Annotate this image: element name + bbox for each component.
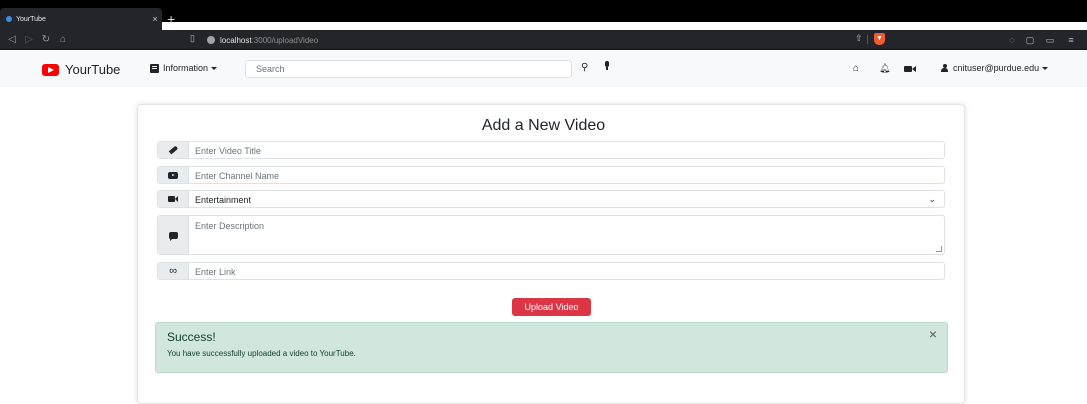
link-input[interactable]: Enter Link <box>189 263 944 279</box>
url-field[interactable]: localhost :3000/uploadVideo <box>207 33 847 47</box>
comment-icon <box>158 216 189 254</box>
video-title-input[interactable]: Enter Video Title <box>189 142 944 158</box>
url-path: :3000/uploadVideo <box>251 35 319 45</box>
video-icon <box>158 191 189 207</box>
tab-favicon-icon <box>6 16 12 22</box>
browser-tab[interactable]: YourTube × <box>0 8 162 30</box>
site-info-icon[interactable] <box>207 36 215 44</box>
chevron-down-icon[interactable]: ⌄ <box>928 194 936 205</box>
success-alert: Success! You have successfully uploaded … <box>155 322 948 373</box>
new-tab-icon[interactable]: + <box>167 8 175 30</box>
information-label: Information <box>163 63 209 73</box>
browser-top-strip <box>0 0 1087 22</box>
back-icon[interactable]: ◁ <box>6 33 18 47</box>
forward-icon[interactable]: ▷ <box>23 33 35 47</box>
user-icon <box>941 64 948 72</box>
resize-handle[interactable] <box>936 246 942 252</box>
list-icon <box>150 63 159 73</box>
description-field[interactable]: Enter Description <box>157 215 945 255</box>
menu-icon[interactable]: ≡ <box>1064 33 1078 47</box>
search-input[interactable]: Search <box>245 60 572 78</box>
page-title: Add a New Video <box>481 117 606 134</box>
reload-icon[interactable]: ↻ <box>40 33 52 47</box>
user-dropdown[interactable]: cnituser@purdue.edu <box>941 63 1049 73</box>
microphone-icon[interactable] <box>604 61 610 71</box>
brand-link[interactable]: YourTube <box>42 62 120 77</box>
caret-down-icon <box>1042 66 1049 70</box>
home-browser-icon[interactable]: ⌂ <box>57 33 69 47</box>
brand-name: YourTube <box>65 62 121 77</box>
toolbar-divider <box>867 35 868 44</box>
category-selected[interactable]: Entertainment <box>189 191 944 207</box>
upload-video-button[interactable]: Upload Video <box>512 298 591 316</box>
close-icon[interactable]: × <box>929 326 937 342</box>
link-icon: ∞ <box>158 263 189 279</box>
home-icon[interactable]: ⌂ <box>853 64 859 74</box>
channel-name-field[interactable]: Enter Channel Name <box>157 166 945 184</box>
youtube-icon <box>158 167 189 183</box>
tab-title: YourTube <box>16 15 46 23</box>
youtube-logo-icon <box>42 63 59 76</box>
description-textarea[interactable]: Enter Description <box>189 216 944 254</box>
app-navbar: YourTube Information Search ⚲ ⌂ 🔔︎ cnitu… <box>0 51 1087 87</box>
caret-down-icon <box>211 66 218 70</box>
brave-shields-icon[interactable]: ▼ <box>874 33 885 45</box>
sidebar-icon[interactable]: ▢ <box>1023 33 1037 47</box>
bell-icon[interactable]: 🔔︎ <box>879 63 890 74</box>
alert-message: You have successfully uploaded a video t… <box>167 349 356 358</box>
share-icon[interactable]: ⇧ <box>855 33 863 44</box>
link-field[interactable]: ∞ Enter Link <box>157 262 945 280</box>
tab-close-icon[interactable]: × <box>148 14 162 24</box>
information-dropdown[interactable]: Information <box>150 63 218 73</box>
pen-icon <box>158 142 189 158</box>
wallet-icon[interactable]: ▭ <box>1043 33 1057 47</box>
alert-heading: Success! <box>167 330 216 344</box>
extensions-icon[interactable]: ◌ <box>1005 33 1019 47</box>
address-bar: ◁ ▷ ↻ ⌂ ▯ localhost :3000/uploadVideo ⇧ … <box>0 30 1087 50</box>
search-icon[interactable]: ⚲ <box>581 62 588 73</box>
user-email: cnituser@purdue.edu <box>953 63 1040 73</box>
category-select[interactable]: Entertainment ⌄ <box>157 190 945 208</box>
video-camera-icon[interactable] <box>904 66 916 72</box>
bookmark-icon[interactable]: ▯ <box>190 33 199 44</box>
url-host: localhost <box>220 35 252 45</box>
video-title-field[interactable]: Enter Video Title <box>157 141 945 159</box>
channel-name-input[interactable]: Enter Channel Name <box>189 167 944 183</box>
